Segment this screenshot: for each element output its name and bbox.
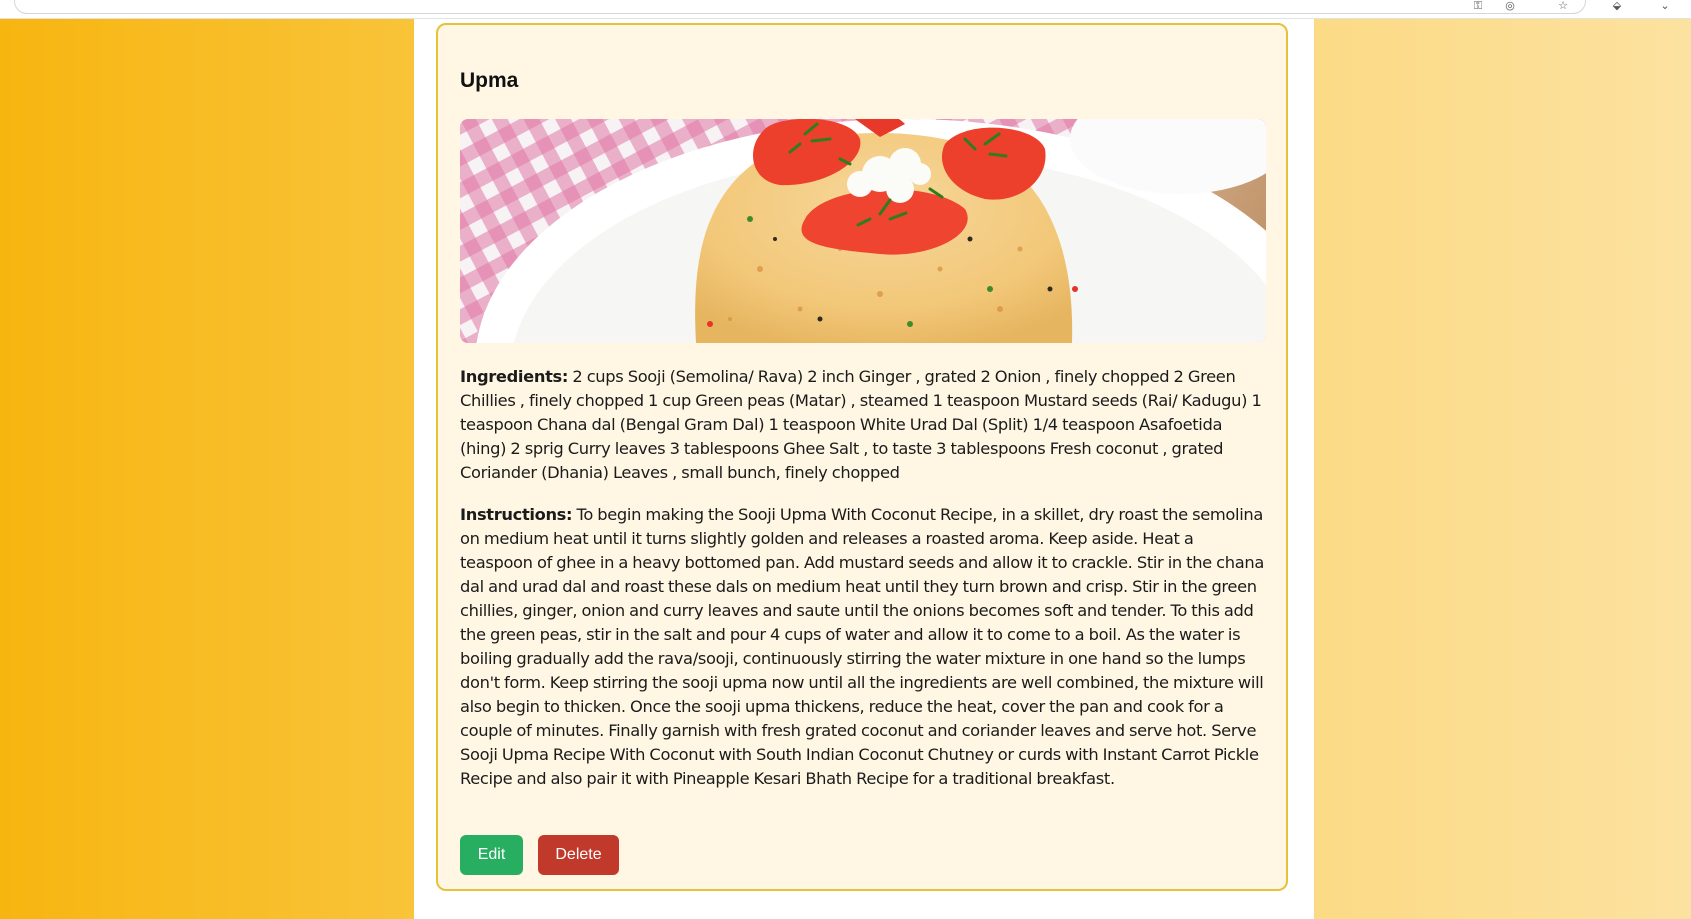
ingredients-text: Ingredients: 2 cups Sooji (Semolina/ Rav… <box>460 365 1268 485</box>
ingredients-value: 2 cups Sooji (Semolina/ Rava) 2 inch Gin… <box>460 367 1262 482</box>
recipe-card: Upma Ingredients: 2 cups Sooji (Semolina… <box>436 23 1288 891</box>
edit-button[interactable]: Edit <box>460 835 523 875</box>
key-icon[interactable]: ⚿ <box>1471 0 1485 11</box>
instructions-label: Instructions: <box>460 505 573 524</box>
delete-button[interactable]: Delete <box>538 835 619 875</box>
recipe-image <box>460 119 1266 343</box>
instructions-value: To begin making the Sooji Upma With Coco… <box>460 505 1264 788</box>
recipe-title: Upma <box>460 69 519 92</box>
address-bar[interactable] <box>14 0 1586 14</box>
instructions-text: Instructions: To begin making the Sooji … <box>460 503 1268 791</box>
profile-icon[interactable]: ◎ <box>1503 0 1517 11</box>
browser-toolbar: ⚿ ◎ ☆ ⬙ ⌄ <box>0 0 1691 19</box>
ingredients-label: Ingredients: <box>460 367 569 386</box>
menu-icon[interactable]: ⌄ <box>1658 0 1672 11</box>
extension-icon[interactable]: ⬙ <box>1610 0 1624 11</box>
star-icon[interactable]: ☆ <box>1556 0 1570 11</box>
content-column: Upma Ingredients: 2 cups Sooji (Semolina… <box>414 18 1314 919</box>
